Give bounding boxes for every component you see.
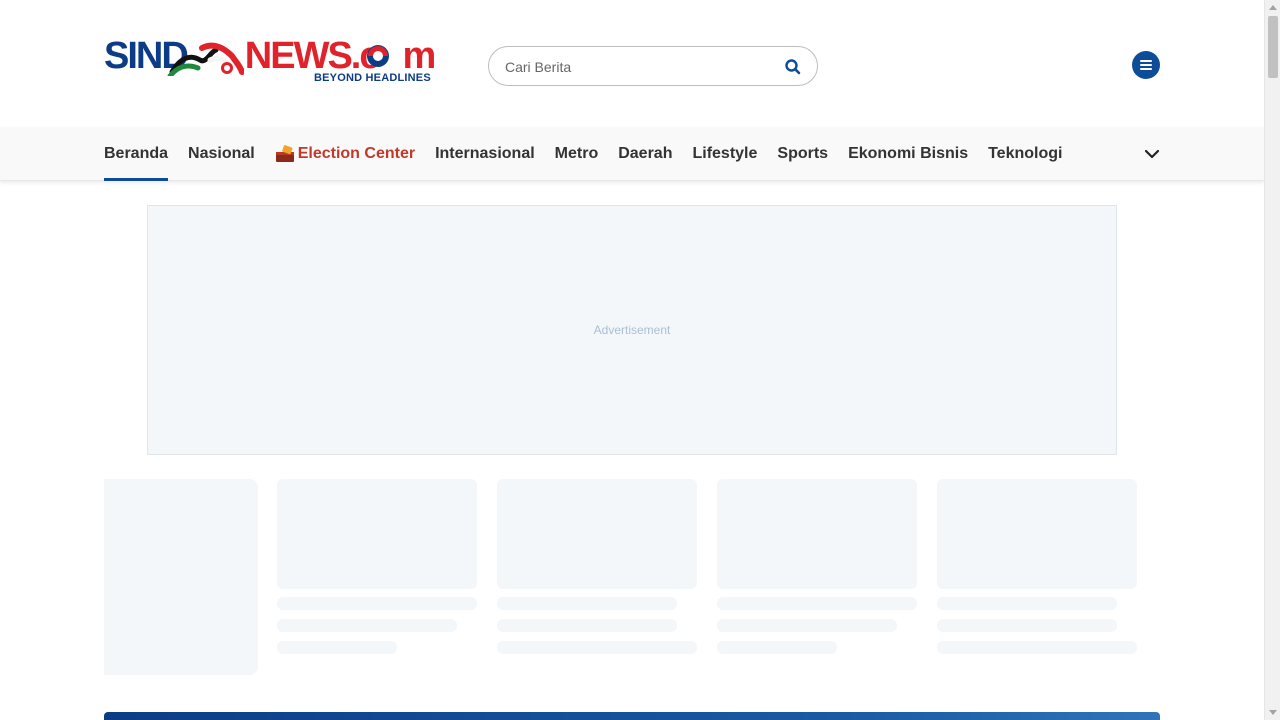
- skeleton-line: [277, 641, 397, 654]
- advertisement-label: Advertisement: [593, 323, 671, 337]
- skeleton-line: [717, 619, 897, 632]
- nav-item-beranda[interactable]: Beranda: [104, 127, 169, 181]
- nav-item-daerah[interactable]: Daerah: [618, 127, 672, 181]
- scroll-down-arrow-icon[interactable]: [1269, 710, 1277, 715]
- nav-item-label: Election Center: [297, 145, 416, 162]
- skeleton-line: [717, 597, 917, 610]
- section-banner: [104, 712, 1160, 720]
- nav-item-metro[interactable]: Metro: [555, 127, 599, 181]
- skeleton-line: [937, 619, 1117, 632]
- page: SIND NEWS.c m BEYOND HEADLINES Cari Beri…: [0, 0, 1264, 720]
- flag-emblem-icon: [167, 42, 244, 76]
- skeleton-line: [277, 597, 477, 610]
- advertisement-slot[interactable]: Advertisement: [147, 205, 1117, 455]
- ballot-box-icon: [275, 145, 294, 162]
- nav-items: Beranda Nasional Election Center Interna…: [104, 127, 1082, 181]
- search-input[interactable]: [505, 56, 765, 78]
- chevron-down-icon[interactable]: [1143, 145, 1161, 163]
- skeleton-image: [277, 479, 477, 589]
- search-box[interactable]: [488, 46, 818, 86]
- search-icon[interactable]: [783, 57, 803, 77]
- skeleton-line: [717, 641, 837, 654]
- skeleton-line: [937, 641, 1137, 654]
- skeleton-line: [277, 619, 457, 632]
- nav-item-lifestyle[interactable]: Lifestyle: [692, 127, 757, 181]
- nav-item-election-center[interactable]: Election Center: [275, 127, 415, 181]
- logo-text-news: NEWS.c: [244, 35, 381, 77]
- logo-tagline: BEYOND HEADLINES: [314, 72, 431, 84]
- logo-text-m: m: [402, 35, 437, 77]
- skeleton-image: [717, 479, 917, 589]
- scroll-up-arrow-icon[interactable]: [1269, 5, 1277, 10]
- nav-item-teknologi[interactable]: Teknologi: [988, 127, 1062, 181]
- logo-o-ring-icon: [367, 45, 389, 67]
- skeleton-feature-card: [104, 479, 258, 675]
- hamburger-menu-icon[interactable]: [1132, 51, 1160, 79]
- skeleton-line: [497, 619, 677, 632]
- skeleton-line: [497, 597, 677, 610]
- main-nav: Beranda Nasional Election Center Interna…: [0, 127, 1264, 181]
- nav-item-sports[interactable]: Sports: [777, 127, 828, 181]
- skeleton-image: [497, 479, 697, 589]
- nav-item-nasional[interactable]: Nasional: [188, 127, 255, 181]
- scrollbar-thumb[interactable]: [1268, 16, 1278, 78]
- nav-item-internasional[interactable]: Internasional: [435, 127, 535, 181]
- site-logo[interactable]: SIND NEWS.c m BEYOND HEADLINES: [104, 35, 436, 88]
- site-header: SIND NEWS.c m BEYOND HEADLINES: [0, 0, 1264, 127]
- nav-item-ekonomi-bisnis[interactable]: Ekonomi Bisnis: [848, 127, 968, 181]
- page-scrollbar[interactable]: [1264, 0, 1280, 720]
- skeleton-image: [937, 479, 1137, 589]
- skeleton-line: [937, 597, 1117, 610]
- skeleton-line: [497, 641, 697, 654]
